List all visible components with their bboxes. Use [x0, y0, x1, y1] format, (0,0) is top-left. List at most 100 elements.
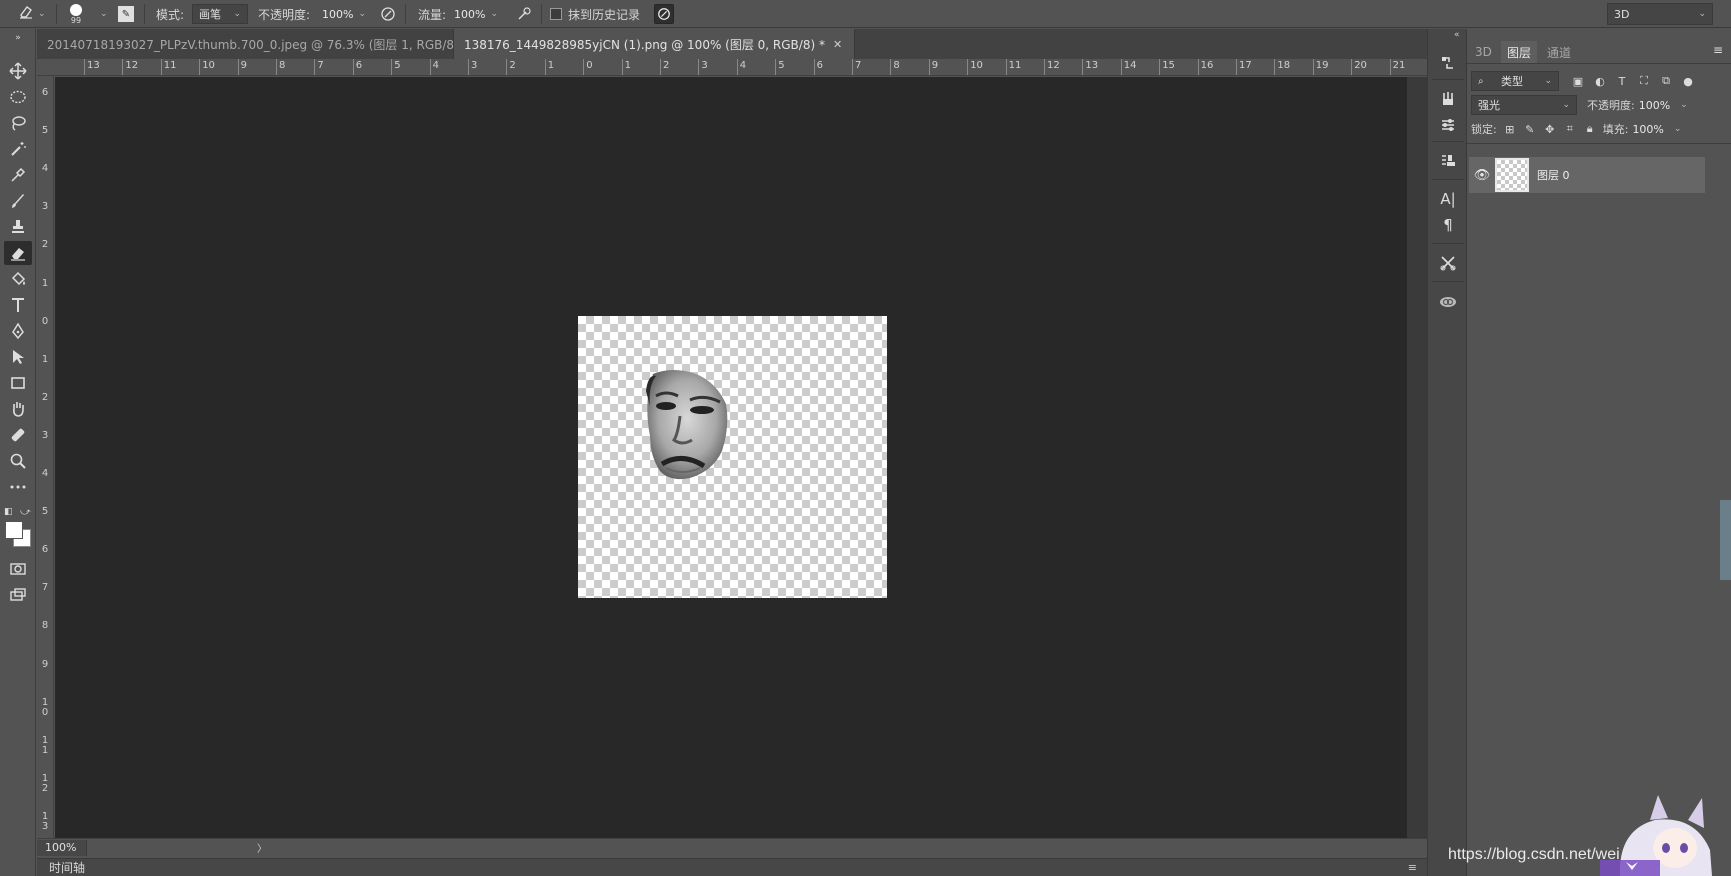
tab-3d[interactable]: 3D [1469, 41, 1498, 63]
hand-tool-icon[interactable] [4, 397, 32, 421]
collapse-toolbar-icon[interactable]: » [4, 31, 32, 45]
screen-mode-icon[interactable] [4, 583, 32, 607]
lock-position-icon[interactable]: ✥ [1541, 120, 1559, 138]
timeline-panel-header[interactable]: 时间轴 ≡ [37, 858, 1427, 876]
layer-opacity-label: 不透明度: [1587, 99, 1635, 112]
close-icon[interactable]: ✕ [833, 38, 842, 51]
adjustment-filter-icon[interactable]: ◐ [1591, 72, 1609, 90]
tab-layers[interactable]: 图层 [1501, 41, 1538, 63]
ruler-tick-label: 17 [1239, 60, 1252, 71]
flow-input[interactable]: 100% ⌄ [448, 4, 504, 24]
checkbox-box[interactable] [550, 8, 562, 20]
elliptical-marquee-icon[interactable] [4, 85, 32, 109]
workspace-select[interactable]: 3D ⌄ [1607, 3, 1713, 25]
ruler-tick [660, 59, 661, 75]
path-selection-icon[interactable] [4, 345, 32, 369]
fill-value[interactable]: 100% [1632, 123, 1663, 136]
clone-stamp-icon[interactable] [4, 215, 32, 239]
quick-mask-icon[interactable] [4, 557, 32, 581]
mode-select[interactable]: 画笔 ⌄ [192, 4, 248, 24]
document-canvas[interactable] [578, 316, 887, 598]
layer-filter-row: ⌕ 类型 ⌄ ▣ ◐ T ⛶ ⧉ ● [1471, 69, 1727, 93]
ruler-tick [544, 59, 546, 75]
ruler-tick-label: 4 [432, 60, 439, 71]
history-panel-icon[interactable] [1436, 51, 1460, 75]
move-tool-icon[interactable] [4, 59, 32, 83]
tool-presets-panel-icon[interactable] [1436, 251, 1460, 275]
ruler-tick [1005, 59, 1007, 75]
paint-bucket-icon[interactable] [4, 267, 32, 291]
zoom-level-value: 100% [45, 841, 77, 854]
layer-filter-select[interactable]: ⌕ 类型 ⌄ [1471, 71, 1559, 91]
chevron-down-icon[interactable]: ⌄ [1674, 124, 1682, 134]
eraser-tool-preset[interactable]: ⌄ [18, 0, 46, 28]
erase-to-history-checkbox[interactable]: 抹到历史记录 [550, 0, 640, 28]
opacity-input[interactable]: 100% ⌄ [316, 4, 372, 24]
lock-transparent-icon[interactable]: ⊞ [1501, 120, 1519, 138]
foreground-color-swatch[interactable] [5, 521, 23, 539]
type-filter-icon[interactable]: T [1613, 72, 1631, 90]
filter-toggle-icon[interactable]: ● [1679, 72, 1697, 90]
ruler-tick [314, 59, 316, 75]
ruler-tick-label: 12 [125, 60, 139, 71]
zoom-level-field[interactable]: 100% [37, 839, 87, 856]
lock-all-icon[interactable]: 🔒︎ [1581, 120, 1599, 138]
eyedropper-icon[interactable] [4, 163, 32, 187]
brush-panel-toggle[interactable]: ✎ [118, 0, 134, 28]
pressure-opacity-icon[interactable] [378, 4, 398, 24]
more-tools-icon[interactable] [4, 475, 32, 499]
shape-filter-icon[interactable]: ⛶ [1635, 72, 1653, 90]
ruler-tick-label: 0 [586, 60, 593, 71]
lock-pixels-icon[interactable]: ✎ [1521, 120, 1539, 138]
brush-size-picker[interactable]: 99 [70, 0, 82, 28]
chevron-down-icon[interactable]: ⌄ [100, 9, 108, 19]
brush-tool-icon[interactable] [4, 189, 32, 213]
airbrush-icon[interactable] [514, 4, 534, 24]
panel-menu-icon[interactable]: ≡ [1408, 861, 1417, 874]
ruler-tick [775, 59, 777, 75]
eraser-tool-icon[interactable] [4, 241, 32, 265]
brushes-panel-icon[interactable] [1436, 87, 1460, 111]
tab-document-1[interactable]: 20140718193027_PLPzV.thumb.700_0.jpeg @ … [37, 29, 496, 59]
zoom-tool-icon[interactable] [4, 449, 32, 473]
tab-document-2[interactable]: 138176_1449828985yjCN (1).png @ 100% (图层… [454, 29, 855, 59]
smart-object-filter-icon[interactable]: ⧉ [1657, 72, 1675, 90]
collapse-panels-icon[interactable]: « [1454, 30, 1460, 40]
default-colors-icon[interactable]: ◧ [4, 507, 13, 517]
image-filter-icon[interactable]: ▣ [1569, 72, 1587, 90]
panel-scrollbar[interactable] [1720, 500, 1731, 580]
tab-channels[interactable]: 通道 [1541, 41, 1577, 63]
paragraph-panel-icon[interactable]: ¶ [1436, 213, 1460, 237]
type-tool-icon[interactable] [4, 293, 32, 317]
eye-icon[interactable]: 👁︎ [1469, 168, 1495, 183]
pen-tool-icon[interactable] [4, 319, 32, 343]
character-panel-icon[interactable]: A| [1436, 187, 1460, 211]
lock-artboard-icon[interactable]: ⌗ [1561, 120, 1579, 138]
ruler-tick-label: 11 [41, 734, 49, 756]
chevron-down-icon[interactable]: ⌄ [1680, 100, 1688, 110]
chevron-right-icon[interactable]: 〉 [257, 840, 267, 855]
panel-menu-icon[interactable]: ≡ [1713, 43, 1723, 57]
vertical-scroll-track[interactable] [1407, 77, 1427, 838]
brush-tip-icon [70, 3, 82, 16]
magic-wand-icon[interactable] [4, 137, 32, 161]
adjustments-panel-icon[interactable] [1436, 113, 1460, 137]
rectangle-tool-icon[interactable] [4, 371, 32, 395]
healing-brush-icon[interactable] [4, 423, 32, 447]
timeline-label: 时间轴 [49, 861, 86, 875]
ruler-tick-label: 6 [355, 60, 363, 71]
swap-colors-icon[interactable]: ⤻ [20, 507, 31, 518]
blend-mode-select[interactable]: 强光 ⌄ [1471, 95, 1577, 115]
layer-row[interactable]: 👁︎ 图层 0 [1469, 157, 1705, 193]
clone-source-panel-icon[interactable] [1436, 149, 1460, 173]
pressure-size-icon[interactable] [654, 4, 674, 24]
ruler-tick [352, 59, 354, 75]
layer-opacity-value[interactable]: 100% [1639, 99, 1670, 112]
lasso-tool-icon[interactable] [4, 111, 32, 135]
ruler-tick-label: 15 [1162, 60, 1175, 71]
ruler-tick-label: 12 [1047, 60, 1060, 71]
horizontal-ruler: 13 12 11 10 9 8 7 6 5 4 3 2 1 0 1 2 3 4 5 6 7 8 9 10 11 12 13 14 15 1… [37, 59, 1427, 76]
tab-label: 图层 [1507, 45, 1532, 60]
libraries-panel-icon[interactable] [1436, 289, 1460, 313]
ruler-tick [736, 59, 738, 75]
